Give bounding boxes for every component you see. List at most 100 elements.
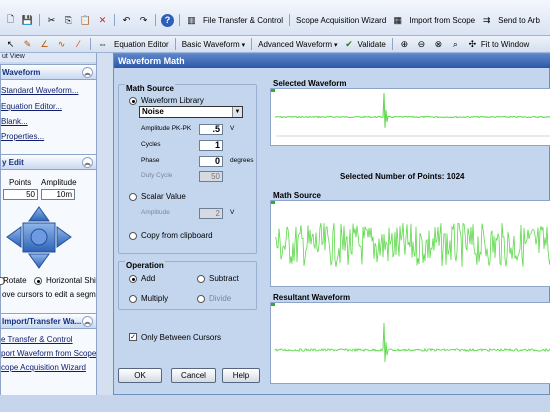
equation-editor-link[interactable]: Equation Editor...	[1, 102, 62, 111]
cancel-button[interactable]: Cancel	[171, 368, 216, 383]
phase-input[interactable]: 0	[199, 156, 223, 167]
toolbar-separator	[90, 38, 91, 50]
help-icon[interactable]: ?	[161, 13, 174, 27]
zoom-reset-icon[interactable]: ⊗	[432, 38, 445, 51]
zoom-in-icon[interactable]: ⊕	[398, 38, 411, 51]
file-transfer-button[interactable]: File Transfer & Control	[203, 16, 283, 25]
equation-icon: ⇔	[98, 39, 107, 49]
chevron-down-icon[interactable]: ▼	[232, 107, 242, 117]
add-radio[interactable]	[129, 275, 137, 283]
collapse-icon[interactable]: ︽	[82, 157, 93, 168]
curve-draw-icon[interactable]: ∿	[55, 38, 68, 51]
rotate-label: Rotate	[3, 276, 27, 285]
properties-link[interactable]: Properties...	[1, 132, 44, 141]
redo-icon[interactable]: ↷	[137, 14, 150, 27]
resultant-waveform-trace	[271, 303, 550, 363]
only-between-cursors-checkbox[interactable]: ✓	[129, 333, 137, 341]
pencil-icon[interactable]: ✎	[21, 38, 34, 51]
undo-icon[interactable]: ↶	[120, 14, 133, 27]
horizontal-shift-radio[interactable]	[34, 277, 42, 285]
zoom-area-icon[interactable]: ⌕	[449, 38, 462, 51]
toolbar-separator	[289, 14, 291, 26]
toolbar-separator	[251, 38, 253, 50]
waveform-section-header[interactable]: Waveform ︽	[0, 64, 96, 80]
zoom-out-icon[interactable]: ⊖	[415, 38, 428, 51]
waveform-library-radio[interactable]	[129, 97, 137, 105]
cycles-input[interactable]: 1	[199, 140, 223, 151]
math-source-trace	[271, 201, 550, 267]
advanced-waveform-dropdown[interactable]: Advanced Waveform	[258, 40, 337, 49]
import-section-body: e Transfer & Control port Waveform from …	[0, 329, 96, 395]
panel-header: ut View	[0, 53, 96, 62]
delete-icon[interactable]: ✕	[96, 14, 109, 27]
phase-label: Phase	[141, 157, 160, 164]
math-source-group: Math Source Waveform Library Noise ▼ Amp…	[118, 84, 257, 254]
waveform-library-label: Waveform Library	[141, 96, 204, 105]
scalar-value-label: Scalar Value	[141, 192, 186, 201]
amplitude-unit: V	[230, 125, 235, 132]
duty-cycle-label: Duty Cycle	[141, 172, 173, 179]
collapse-icon[interactable]: ︽	[82, 316, 93, 327]
toolbar-separator	[114, 14, 115, 26]
scalar-value-radio[interactable]	[129, 193, 137, 201]
import-section-title: Import/Transfer Wa...	[2, 316, 82, 326]
blank-link[interactable]: Blank...	[1, 117, 28, 126]
toolbar-separator	[39, 14, 40, 26]
fit-window-button[interactable]: Fit to Window	[481, 40, 529, 49]
selected-waveform-plot	[270, 88, 550, 146]
basic-waveform-dropdown[interactable]: Basic Waveform	[182, 40, 245, 49]
import-scope-button[interactable]: Import from Scope	[409, 16, 475, 25]
validate-button[interactable]: Validate	[358, 40, 386, 49]
send-arb-button[interactable]: Send to Arb	[498, 16, 540, 25]
cut-icon[interactable]: ✂	[45, 14, 58, 27]
new-file-icon[interactable]: 🗋	[4, 14, 17, 27]
main-toolbar: 🗋 💾 ✂ ⎘ 📋 ✕ ↶ ↷ ? ▥ File Transfer & Cont…	[0, 0, 550, 36]
pointer-icon[interactable]: ↖	[4, 38, 17, 51]
import-section-header[interactable]: Import/Transfer Wa... ︽	[0, 313, 96, 329]
help-button[interactable]: Help	[222, 368, 260, 383]
line-draw-icon[interactable]: ∠	[38, 38, 51, 51]
copy-clipboard-radio[interactable]	[129, 232, 137, 240]
edit-section-header[interactable]: y Edit ︽	[0, 154, 96, 170]
edit-toolbar: ↖ ✎ ∠ ∿ ⁄ ⇔ Equation Editor Basic Wavefo…	[0, 36, 550, 53]
only-between-cursors-label: Only Between Cursors	[141, 333, 222, 342]
wand-icon[interactable]: ⁄	[72, 38, 85, 51]
direction-pad-icon[interactable]	[5, 205, 73, 270]
task-panel: ut View Waveform ︽ Standard Waveform... …	[0, 53, 97, 395]
amplitude-input[interactable]: 10m	[41, 189, 75, 200]
file-transfer-icon: ▥	[187, 14, 196, 25]
file-transfer-link[interactable]: e Transfer & Control	[1, 335, 73, 344]
multiply-radio[interactable]	[129, 295, 137, 303]
math-source-plot	[270, 200, 550, 287]
divide-radio[interactable]	[197, 295, 205, 303]
waveform-library-value: Noise	[142, 107, 164, 116]
waveform-library-select[interactable]: Noise ▼	[139, 106, 243, 118]
import-scope-link[interactable]: port Waveform from Scope	[1, 349, 96, 358]
copy-icon[interactable]: ⎘	[62, 14, 75, 27]
horizontal-shift-label: Horizontal Shi	[46, 276, 96, 285]
status-area	[0, 395, 550, 412]
amplitude-input[interactable]: .5	[199, 124, 223, 135]
selected-waveform-trace	[271, 89, 550, 137]
standard-waveform-link[interactable]: Standard Waveform...	[1, 86, 79, 95]
resultant-waveform-plot	[270, 302, 550, 384]
scope-wizard-link[interactable]: cope Acquisition Wizard	[1, 363, 86, 372]
copy-clipboard-label: Copy from clipboard	[141, 231, 213, 240]
import-scope-icon: ▦	[393, 14, 403, 25]
equation-editor-button[interactable]: Equation Editor	[114, 40, 169, 49]
operation-title: Operation	[125, 261, 165, 270]
scalar-amplitude-label: Amplitude	[141, 209, 170, 216]
subtract-radio[interactable]	[197, 275, 205, 283]
subtract-label: Subtract	[209, 274, 239, 283]
ok-button[interactable]: OK	[118, 368, 162, 383]
selected-waveform-title: Selected Waveform	[273, 79, 347, 88]
fit-window-icon: ✣	[468, 38, 477, 49]
points-input[interactable]: 50	[3, 189, 38, 200]
scope-wizard-button[interactable]: Scope Acquisition Wizard	[296, 16, 386, 25]
divide-label: Divide	[209, 294, 232, 303]
collapse-icon[interactable]: ︽	[82, 67, 93, 78]
save-icon[interactable]: 💾	[21, 14, 34, 27]
resultant-waveform-title: Resultant Waveform	[273, 293, 351, 302]
checkmark-icon: ✔	[345, 38, 353, 49]
paste-icon[interactable]: 📋	[79, 14, 92, 27]
